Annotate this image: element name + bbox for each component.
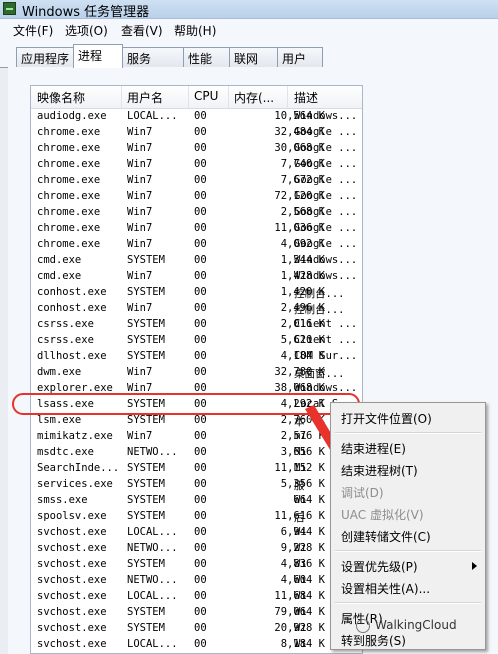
menu-separator — [335, 550, 481, 552]
menu-end-process-tree[interactable]: 结束进程树(T) — [341, 462, 418, 479]
menu-separator — [335, 602, 481, 604]
menu-go-to-service[interactable]: 转到服务(S) — [341, 632, 406, 649]
menu-open-file-location[interactable]: 打开文件位置(O) — [341, 410, 432, 427]
menu-end-process[interactable]: 结束进程(E) — [341, 440, 406, 457]
watermark-icon — [356, 619, 370, 633]
menu-set-priority[interactable]: 设置优先级(P) — [341, 558, 418, 575]
context-menu: 打开文件位置(O) 结束进程(E) 结束进程树(T) 调试(D) UAC 虚拟化… — [330, 402, 486, 650]
menu-create-dump-file[interactable]: 创建转储文件(C) — [341, 528, 431, 545]
tab-processes[interactable]: 进程 — [73, 44, 123, 68]
menu-set-affinity[interactable]: 设置相关性(A)... — [341, 580, 430, 597]
watermark-text: WalkingCloud — [375, 618, 457, 632]
menu-debug: 调试(D) — [341, 486, 384, 500]
menu-uac-virtualization: UAC 虚拟化(V) — [341, 508, 424, 522]
submenu-arrow-icon — [472, 562, 477, 570]
menu-separator — [335, 432, 481, 434]
